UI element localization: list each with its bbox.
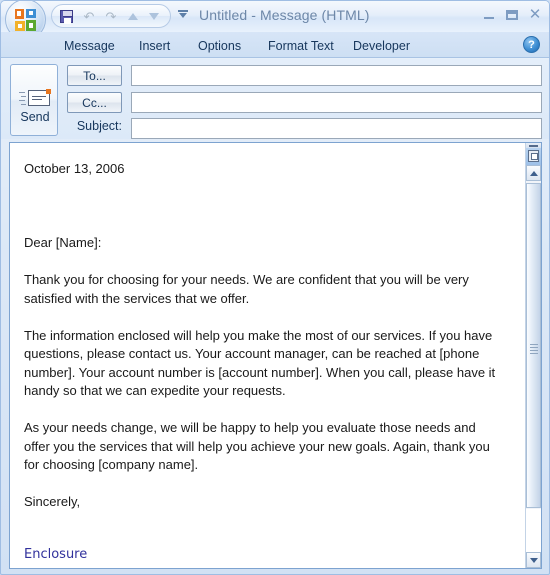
cc-button[interactable]: Cc... bbox=[67, 92, 122, 113]
ribbon-tab-bar: Message Insert Options Format Text Devel… bbox=[1, 32, 549, 58]
select-browse-object-icon[interactable] bbox=[526, 148, 541, 165]
body-paragraph-1: Thank you for choosing for your needs. W… bbox=[24, 272, 469, 306]
redo-icon[interactable]: ↷ bbox=[102, 8, 120, 26]
subject-input[interactable] bbox=[131, 118, 542, 139]
body-paragraph-3: As your needs change, we will be happy t… bbox=[24, 420, 490, 472]
scroll-down-button[interactable] bbox=[526, 552, 541, 568]
title-bar: ↶ ↷ Untitled - Message (HTML) ✕ bbox=[1, 1, 549, 40]
to-input[interactable] bbox=[131, 65, 542, 86]
office-logo-icon bbox=[15, 9, 37, 31]
message-body-area[interactable]: October 13, 2006 Dear [Name]: Thank you … bbox=[9, 142, 542, 569]
to-button[interactable]: To... bbox=[67, 65, 122, 86]
customize-quick-access-icon[interactable] bbox=[177, 9, 190, 23]
subject-label: Subject: bbox=[76, 119, 122, 133]
body-salutation: Dear [Name]: bbox=[24, 235, 102, 250]
send-button[interactable]: Send bbox=[10, 64, 58, 136]
window-title: Untitled - Message (HTML) bbox=[199, 7, 370, 23]
quick-access-toolbar: ↶ ↷ bbox=[51, 4, 171, 28]
vertical-scrollbar[interactable] bbox=[525, 143, 541, 568]
previous-item-icon[interactable] bbox=[124, 8, 142, 26]
scrollbar-thumb[interactable] bbox=[526, 183, 541, 508]
send-button-label: Send bbox=[20, 110, 50, 124]
next-item-icon[interactable] bbox=[145, 8, 163, 26]
close-button[interactable]: ✕ bbox=[524, 6, 546, 24]
maximize-button[interactable] bbox=[501, 6, 523, 24]
scroll-up-button[interactable] bbox=[526, 165, 541, 181]
scrollbar-track[interactable] bbox=[526, 509, 541, 552]
message-body-text[interactable]: October 13, 2006 Dear [Name]: Thank you … bbox=[10, 143, 510, 568]
body-date: October 13, 2006 bbox=[24, 161, 125, 176]
body-enclosure: Enclosure bbox=[24, 547, 88, 562]
tab-developer[interactable]: Developer bbox=[348, 36, 415, 56]
help-icon[interactable]: ? bbox=[523, 36, 540, 53]
cc-input[interactable] bbox=[131, 92, 542, 113]
save-icon[interactable] bbox=[58, 8, 76, 26]
tab-message[interactable]: Message bbox=[59, 36, 120, 56]
message-header: Send To... Cc... Subject: bbox=[1, 59, 549, 139]
undo-icon[interactable]: ↶ bbox=[80, 8, 98, 26]
body-closing: Sincerely, bbox=[24, 494, 81, 509]
minimize-button[interactable] bbox=[478, 6, 500, 24]
message-window: ↶ ↷ Untitled - Message (HTML) ✕ Message … bbox=[0, 0, 550, 575]
body-paragraph-2: The information enclosed will help you m… bbox=[24, 327, 496, 399]
tab-format-text[interactable]: Format Text bbox=[263, 36, 339, 56]
tab-insert[interactable]: Insert bbox=[134, 36, 175, 56]
tab-options[interactable]: Options bbox=[193, 36, 246, 56]
send-envelope-icon bbox=[19, 89, 51, 109]
